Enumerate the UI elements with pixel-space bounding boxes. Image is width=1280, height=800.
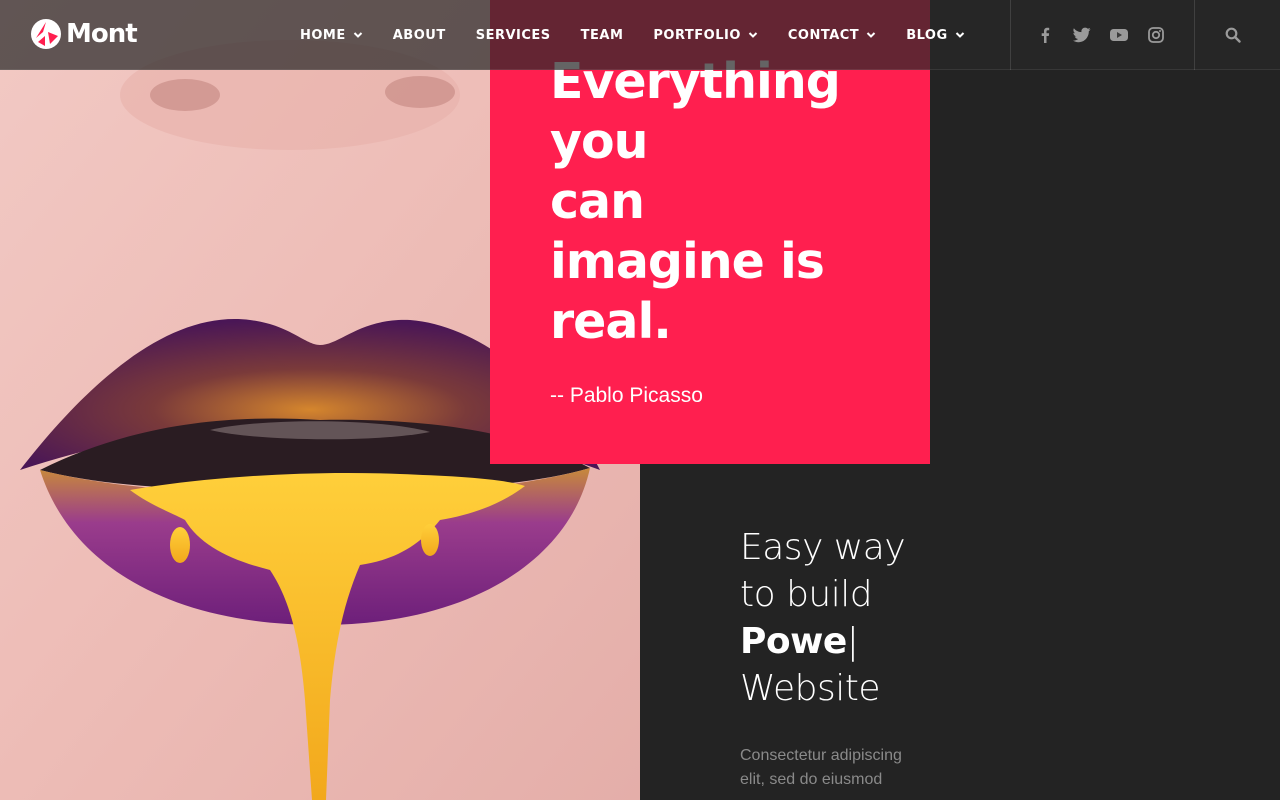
nav-item-portfolio[interactable]: PORTFOLIO bbox=[653, 27, 758, 43]
site-header: Mont HOME ABOUT SERVICES TEAM PORTFOLIO … bbox=[0, 0, 1280, 70]
nav-item-services[interactable]: SERVICES bbox=[476, 28, 551, 43]
nav-item-blog[interactable]: BLOG bbox=[906, 28, 964, 43]
typing-caret: | bbox=[846, 621, 859, 662]
chevron-down-icon bbox=[748, 32, 758, 38]
tagline-typed-line: Powe| bbox=[740, 618, 1000, 665]
search-icon[interactable] bbox=[1222, 24, 1244, 46]
tagline-line: to build bbox=[740, 574, 873, 615]
quote-text: Everything you can imagine is real. bbox=[550, 52, 890, 352]
chevron-down-icon bbox=[353, 32, 362, 38]
nav-label: BLOG bbox=[906, 27, 948, 43]
header-divider bbox=[1010, 0, 1011, 70]
tagline: Easy way to build Powe| Website bbox=[740, 524, 1000, 712]
main-nav: HOME ABOUT SERVICES TEAM PORTFOLIO CONTA… bbox=[300, 0, 995, 70]
tagline-line: Easy way bbox=[740, 527, 906, 568]
youtube-icon[interactable] bbox=[1110, 26, 1128, 44]
quote-line: can bbox=[550, 173, 645, 230]
nav-label: CONTACT bbox=[787, 27, 860, 43]
quote-line: imagine is bbox=[550, 233, 825, 290]
typed-word: Powe bbox=[740, 621, 847, 662]
facebook-icon[interactable] bbox=[1036, 26, 1054, 44]
nav-label: HOME bbox=[300, 27, 346, 43]
logo-text: Mont bbox=[66, 19, 138, 49]
header-divider bbox=[1194, 0, 1195, 70]
chevron-down-icon bbox=[955, 32, 964, 38]
quote-line: real. bbox=[550, 293, 672, 350]
nav-label: PORTFOLIO bbox=[653, 27, 741, 43]
social-links bbox=[1036, 0, 1165, 70]
quote-line: you bbox=[550, 113, 649, 170]
twitter-icon[interactable] bbox=[1073, 26, 1091, 44]
chevron-down-icon bbox=[866, 32, 876, 38]
description-text: Consectetur adipiscing elit, sed do eius… bbox=[740, 747, 902, 788]
nav-label: ABOUT bbox=[392, 27, 446, 43]
logo[interactable]: Mont bbox=[30, 18, 138, 50]
tagline-line: Website bbox=[740, 668, 881, 709]
quote-author: -- Pablo Picasso bbox=[550, 384, 703, 407]
nav-item-contact[interactable]: CONTACT bbox=[788, 28, 876, 43]
logo-icon bbox=[31, 19, 61, 49]
nav-item-team[interactable]: TEAM bbox=[581, 28, 624, 43]
nav-item-home[interactable]: HOME bbox=[300, 28, 363, 43]
nav-label: TEAM bbox=[580, 27, 624, 43]
instagram-icon[interactable] bbox=[1147, 26, 1165, 44]
nav-item-about[interactable]: ABOUT bbox=[393, 28, 446, 43]
nav-label: SERVICES bbox=[475, 27, 551, 43]
